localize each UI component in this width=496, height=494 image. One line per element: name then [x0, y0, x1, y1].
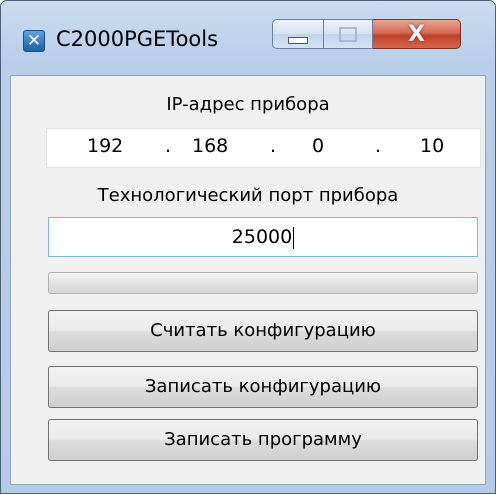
client-area: IP-адрес прибора 192 . 168 . 0 . 10 Техн…	[10, 75, 486, 485]
ip-octet-2[interactable]: 168	[192, 135, 228, 157]
maximize-icon	[339, 26, 357, 42]
read-config-button[interactable]: Считать конфигурацию	[48, 310, 478, 352]
window-title: C2000PGETools	[56, 27, 219, 51]
close-button[interactable]: X	[373, 19, 461, 49]
ip-dot: .	[165, 135, 172, 157]
write-config-button[interactable]: Записать конфигурацию	[48, 366, 478, 408]
ip-label: IP-адрес прибора	[166, 94, 330, 115]
minimize-button[interactable]	[272, 19, 324, 49]
port-value: 25000	[231, 226, 293, 248]
ip-octet-3[interactable]: 0	[312, 135, 324, 157]
app-window: ✕ C2000PGETools X IP-адрес прибора 192 .…	[0, 0, 496, 494]
ip-octet-1[interactable]: 192	[87, 135, 123, 157]
app-x-icon[interactable]: ✕	[23, 30, 45, 52]
close-icon: X	[408, 21, 425, 47]
port-label: Технологический порт прибора	[97, 185, 399, 206]
ip-octet-4[interactable]: 10	[420, 135, 444, 157]
ip-dot: .	[270, 135, 277, 157]
progress-bar	[48, 272, 478, 294]
text-caret	[293, 226, 295, 249]
write-program-button[interactable]: Записать программу	[48, 419, 478, 461]
caption-buttons: X	[272, 19, 461, 49]
minimize-icon	[288, 36, 308, 44]
ip-dot: .	[375, 135, 382, 157]
title-bar[interactable]: ✕ C2000PGETools X	[1, 1, 495, 73]
ip-address-field[interactable]: 192 . 168 . 0 . 10	[46, 128, 481, 168]
port-input[interactable]: 25000	[48, 217, 478, 257]
maximize-button[interactable]	[324, 19, 373, 49]
